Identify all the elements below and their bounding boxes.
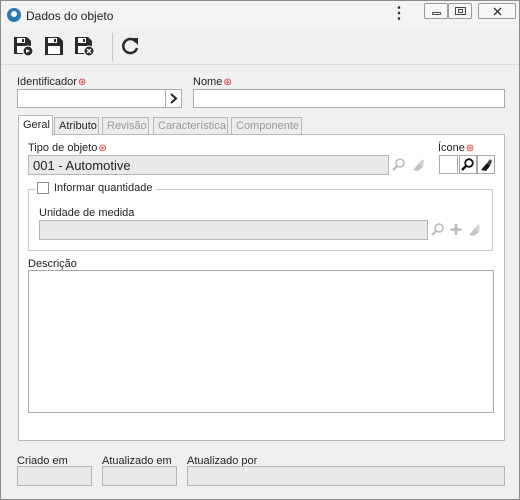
name-label: Nome⊛: [193, 76, 232, 88]
unit-label: Unidade de medida: [39, 207, 135, 219]
chevron-right-icon: [170, 93, 178, 104]
search-icon: [392, 158, 405, 171]
unit-search-button[interactable]: [429, 220, 447, 239]
object-type-clear-button[interactable]: [409, 155, 427, 174]
icon-label: Ícone⊛: [438, 142, 475, 154]
description-label: Descrição: [28, 258, 77, 270]
tab-componente: Componente: [231, 117, 302, 134]
quantity-checkbox-row[interactable]: Informar quantidade: [35, 182, 156, 194]
name-input[interactable]: [193, 89, 505, 108]
search-icon: [461, 158, 474, 171]
save-and-close-button[interactable]: [73, 35, 95, 57]
app-logo-icon: [7, 8, 21, 22]
window-title: Dados do objeto: [26, 9, 114, 23]
tab-revisao: Revisão: [102, 117, 149, 134]
quantity-checkbox[interactable]: [37, 182, 49, 194]
required-icon: ⊛: [77, 77, 87, 88]
created-field: [17, 466, 92, 486]
save-new-icon: [14, 37, 34, 57]
minimize-button[interactable]: [424, 3, 448, 19]
refresh-icon: [122, 37, 139, 55]
restore-button[interactable]: [448, 3, 472, 19]
close-icon: [493, 7, 502, 16]
kebab-menu-icon[interactable]: ⋮: [391, 6, 407, 24]
quantity-checkbox-label: Informar quantidade: [54, 182, 153, 194]
identifier-next-button[interactable]: [165, 89, 182, 108]
save-icon: [45, 37, 63, 55]
eraser-icon: [469, 224, 480, 236]
icon-search-button[interactable]: [459, 155, 477, 174]
search-icon: [431, 223, 444, 236]
required-icon: ⊛: [465, 143, 475, 154]
required-icon: ⊛: [223, 77, 232, 88]
object-type-label: Tipo de objeto⊛: [28, 142, 107, 154]
tab-atributo[interactable]: Atributo: [54, 117, 99, 134]
icon-preview-box: [439, 155, 458, 174]
toolbar-separator: [112, 33, 113, 61]
eraser-icon: [413, 159, 424, 171]
description-textarea[interactable]: [28, 270, 494, 413]
icon-clear-button[interactable]: [477, 155, 495, 174]
object-type-search-button[interactable]: [390, 155, 408, 174]
save-and-new-button[interactable]: [12, 35, 34, 57]
close-button[interactable]: [478, 3, 516, 19]
object-data-window: Dados do objeto ⋮ Identificador⊛ Nome⊛ G…: [0, 0, 520, 500]
refresh-button[interactable]: [119, 35, 141, 57]
eraser-icon: [481, 159, 492, 171]
unit-add-button[interactable]: [447, 220, 465, 239]
minimize-icon: [432, 12, 441, 15]
unit-clear-button[interactable]: [465, 220, 483, 239]
plus-icon: [450, 224, 462, 235]
tab-caracteristica: Característica: [153, 117, 228, 134]
updated-by-field: [187, 466, 505, 486]
object-type-field: [28, 155, 389, 175]
save-button[interactable]: [43, 35, 65, 57]
identifier-input[interactable]: [17, 89, 166, 108]
title-bar[interactable]: Dados do objeto ⋮: [1, 1, 519, 29]
updated-field: [102, 466, 177, 486]
toolbar: [1, 29, 519, 65]
tab-geral[interactable]: Geral: [18, 115, 53, 136]
required-icon: ⊛: [98, 143, 107, 154]
unit-field: [39, 220, 428, 240]
save-close-icon: [75, 37, 95, 57]
identifier-label: Identificador⊛: [17, 76, 87, 88]
